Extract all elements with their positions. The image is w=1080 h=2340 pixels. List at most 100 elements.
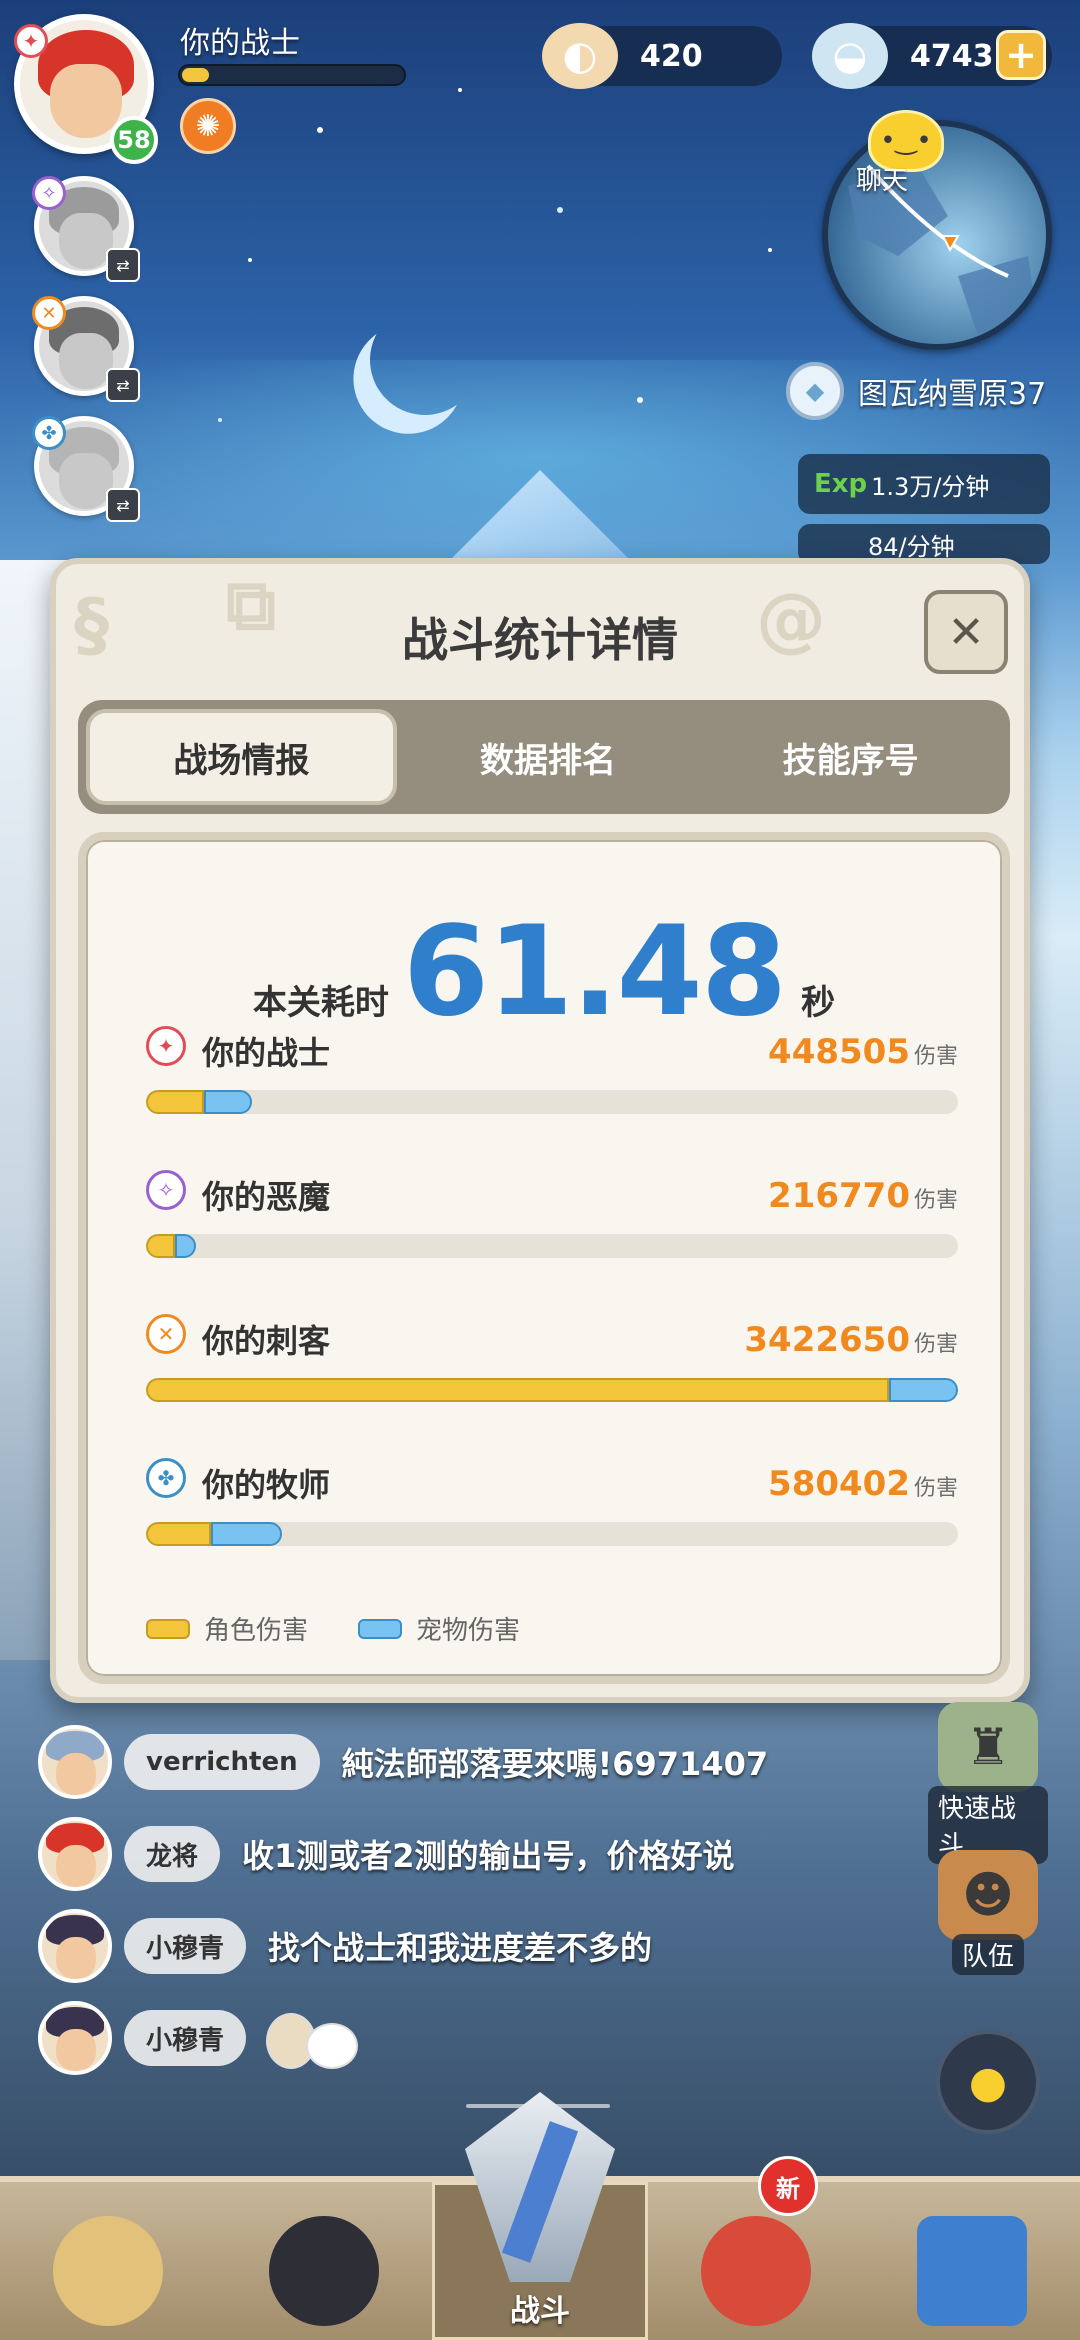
priest-class-icon: ✤ xyxy=(32,416,66,450)
damage-value: 448505 伤害 xyxy=(768,1032,958,1072)
tab-battle-intel[interactable]: 战场情报 xyxy=(86,709,397,805)
pearl-amount: 420 xyxy=(640,38,703,74)
nav-hero-2[interactable] xyxy=(216,2182,432,2340)
avatar[interactable] xyxy=(38,2001,112,2075)
swap-icon[interactable]: ⇄ xyxy=(106,368,140,402)
damage-value: 216770 伤害 xyxy=(768,1176,958,1216)
pearl-currency[interactable]: ◐ 420 xyxy=(542,23,782,89)
chat-line[interactable]: 龙将 收1测或者2测的输出号，价格好说 xyxy=(38,1814,735,1894)
chat-line[interactable]: 小穆青 找个战士和我进度差不多的 xyxy=(38,1906,652,1986)
portal-icon xyxy=(917,2216,1027,2326)
role-damage-segment xyxy=(146,1234,176,1258)
player-hp-fill xyxy=(182,68,209,82)
battle-stats-modal: § ⧉ @ 战斗统计详情 ✕ 战场情报 数据排名 技能序号 本关耗时 61.48… xyxy=(50,558,1030,1703)
damage-legend: 角色伤害 宠物伤害 xyxy=(146,1610,570,1647)
class-icon: ✕ xyxy=(146,1314,186,1354)
class-icon: ✧ xyxy=(146,1170,186,1210)
hero-name: 你的牧师 xyxy=(202,1466,331,1504)
assassin-class-icon: ✕ xyxy=(32,296,66,330)
demon-class-icon: ✧ xyxy=(32,176,66,210)
nav-battle[interactable]: 战斗 xyxy=(432,2092,648,2340)
legend-swatch-blue xyxy=(358,1618,403,1639)
tab-skill-order[interactable]: 技能序号 xyxy=(699,709,1002,805)
swap-icon[interactable]: ⇄ xyxy=(106,248,140,282)
avatar[interactable] xyxy=(38,1909,112,1983)
damage-bar xyxy=(146,1378,958,1402)
add-currency-button[interactable]: + xyxy=(996,30,1046,80)
damage-bar xyxy=(146,1090,958,1114)
new-badge: 新 xyxy=(758,2156,818,2216)
damage-bar xyxy=(146,1522,958,1546)
hero-name: 你的战士 xyxy=(202,1034,331,1072)
player-name: 你的战士 xyxy=(180,26,300,61)
nav-portal[interactable] xyxy=(864,2182,1080,2340)
gem-shell-icon: ◒ xyxy=(812,23,888,89)
hero-damage-row: ✦ 你的战士 448505 伤害 xyxy=(146,1026,958,1126)
close-button[interactable]: ✕ xyxy=(924,590,1008,674)
warrior-class-icon: ✦ xyxy=(14,24,48,58)
location-name: 图瓦纳雪原37 xyxy=(858,377,1047,412)
class-icon: ✤ xyxy=(146,1458,186,1498)
chat-message: 純法師部落要來嗎!6971407 xyxy=(341,1745,769,1783)
damage-bar xyxy=(146,1234,958,1258)
role-damage-segment xyxy=(146,1522,211,1546)
buff-icon[interactable]: ✺ xyxy=(180,98,236,154)
team-button[interactable]: ☻ 队伍 xyxy=(928,1850,1048,1975)
team-icon: ☻ xyxy=(938,1850,1038,1940)
damage-unit: 伤害 xyxy=(913,1476,958,1501)
chat-line[interactable]: verrichten 純法師部落要來嗎!6971407 xyxy=(38,1722,768,1802)
modal-title: 战斗统计详情 xyxy=(402,613,678,667)
location-pin-icon: ◆ xyxy=(786,362,844,420)
exp-rate-pill[interactable]: Exp 1.3万/分钟 xyxy=(798,454,1050,514)
chat-label[interactable]: 聊天 xyxy=(856,160,908,197)
pearl-shell-icon: ◐ xyxy=(542,23,618,89)
exp-tag: Exp xyxy=(814,469,868,499)
hero-name: 你的恶魔 xyxy=(202,1178,331,1216)
chat-line[interactable]: 小穆青 xyxy=(38,1998,362,2078)
viking-hero-icon xyxy=(53,2216,163,2326)
tab-bar: 战场情报 数据排名 技能序号 xyxy=(78,700,1010,814)
chat-username[interactable]: 小穆青 xyxy=(124,1918,247,1974)
bottom-nav: 战斗 新 xyxy=(0,2092,1080,2340)
pet-damage-segment xyxy=(888,1378,958,1402)
exp-rate: 1.3万/分钟 xyxy=(871,472,990,501)
chat-username[interactable]: 小穆青 xyxy=(124,2010,247,2066)
level-badge: 58 xyxy=(110,116,158,164)
resource-rate: 84/分钟 xyxy=(868,532,955,561)
chat-username[interactable]: verrichten xyxy=(124,1734,320,1790)
pet-damage-segment xyxy=(210,1522,283,1546)
quick-battle-button[interactable]: ♜ 快速战斗 xyxy=(928,1702,1048,1864)
chat-message: 收1测或者2测的输出号，价格好说 xyxy=(242,1837,735,1875)
damage-number: 3422650 xyxy=(744,1320,910,1360)
stats-panel: 本关耗时 61.48 秒 ✦ 你的战士 448505 伤害 ✧ 你的恶魔 216770 伤害 ✕… xyxy=(78,832,1010,1684)
pet-damage-segment xyxy=(204,1090,252,1114)
swap-icon[interactable]: ⇄ xyxy=(106,488,140,522)
role-damage-segment xyxy=(146,1090,205,1114)
quick-battle-icon: ♜ xyxy=(938,1702,1038,1792)
stage-time-unit: 秒 xyxy=(801,983,836,1023)
chat-username[interactable]: 龙将 xyxy=(124,1826,221,1882)
avatar[interactable] xyxy=(38,1725,112,1799)
nav-hero-1[interactable] xyxy=(0,2182,216,2340)
legend-label: 宠物伤害 xyxy=(416,1616,521,1646)
hero-name: 你的刺客 xyxy=(202,1322,331,1360)
tab-data-ranking[interactable]: 数据排名 xyxy=(397,709,700,805)
damage-number: 216770 xyxy=(768,1176,910,1216)
dino-pet-icon xyxy=(701,2216,811,2326)
chat-message: 找个战士和我进度差不多的 xyxy=(268,1929,653,1967)
damage-unit: 伤害 xyxy=(913,1332,958,1357)
stage-time-label: 本关耗时 xyxy=(252,983,389,1023)
hero-damage-row: ✤ 你的牧师 580402 伤害 xyxy=(146,1458,958,1558)
nav-pet[interactable]: 新 xyxy=(648,2156,864,2340)
damage-number: 580402 xyxy=(768,1464,910,1504)
avatar[interactable] xyxy=(38,1817,112,1891)
hero-damage-row: ✧ 你的恶魔 216770 伤害 xyxy=(146,1170,958,1270)
stage-time-row: 本关耗时 61.48 秒 xyxy=(86,900,1002,1044)
legend-swatch-yellow xyxy=(146,1618,190,1639)
damage-number: 448505 xyxy=(768,1032,910,1072)
role-damage-segment xyxy=(146,1378,889,1402)
chat-toggle-button[interactable]: ● xyxy=(936,2030,1040,2134)
stage-time-value: 61.48 xyxy=(402,900,787,1044)
damage-value: 580402 伤害 xyxy=(768,1464,958,1504)
location-indicator[interactable]: ◆ 图瓦纳雪原37 xyxy=(786,362,1046,420)
